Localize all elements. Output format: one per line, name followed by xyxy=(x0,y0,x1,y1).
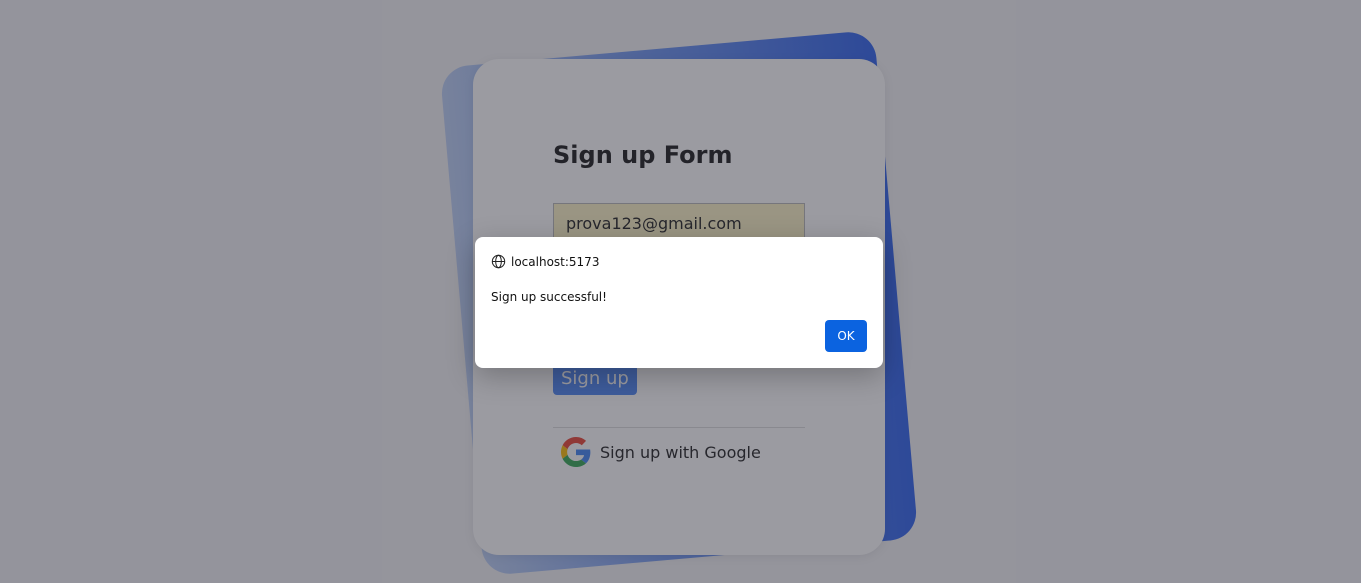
alert-origin: localhost:5173 xyxy=(491,254,599,269)
alert-origin-text: localhost:5173 xyxy=(511,254,600,269)
globe-icon xyxy=(491,254,506,269)
page: Sign up Form Sign up Sign up with Google… xyxy=(0,0,1361,583)
alert-message: Sign up successful! xyxy=(491,290,607,304)
ok-button[interactable]: OK xyxy=(825,320,867,352)
alert-dialog: localhost:5173 Sign up successful! OK xyxy=(475,237,883,368)
